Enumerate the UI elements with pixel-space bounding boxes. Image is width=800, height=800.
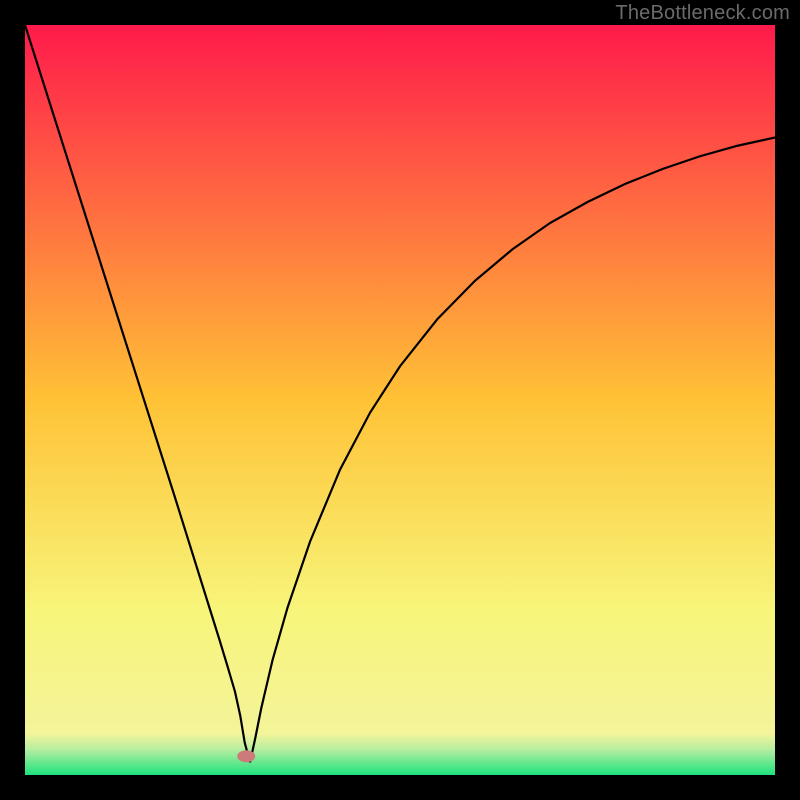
plot-background (25, 25, 775, 775)
chart-stage: TheBottleneck.com (0, 0, 800, 800)
chart-svg (25, 25, 775, 775)
optimal-marker (237, 750, 255, 762)
watermark-text: TheBottleneck.com (615, 2, 790, 25)
